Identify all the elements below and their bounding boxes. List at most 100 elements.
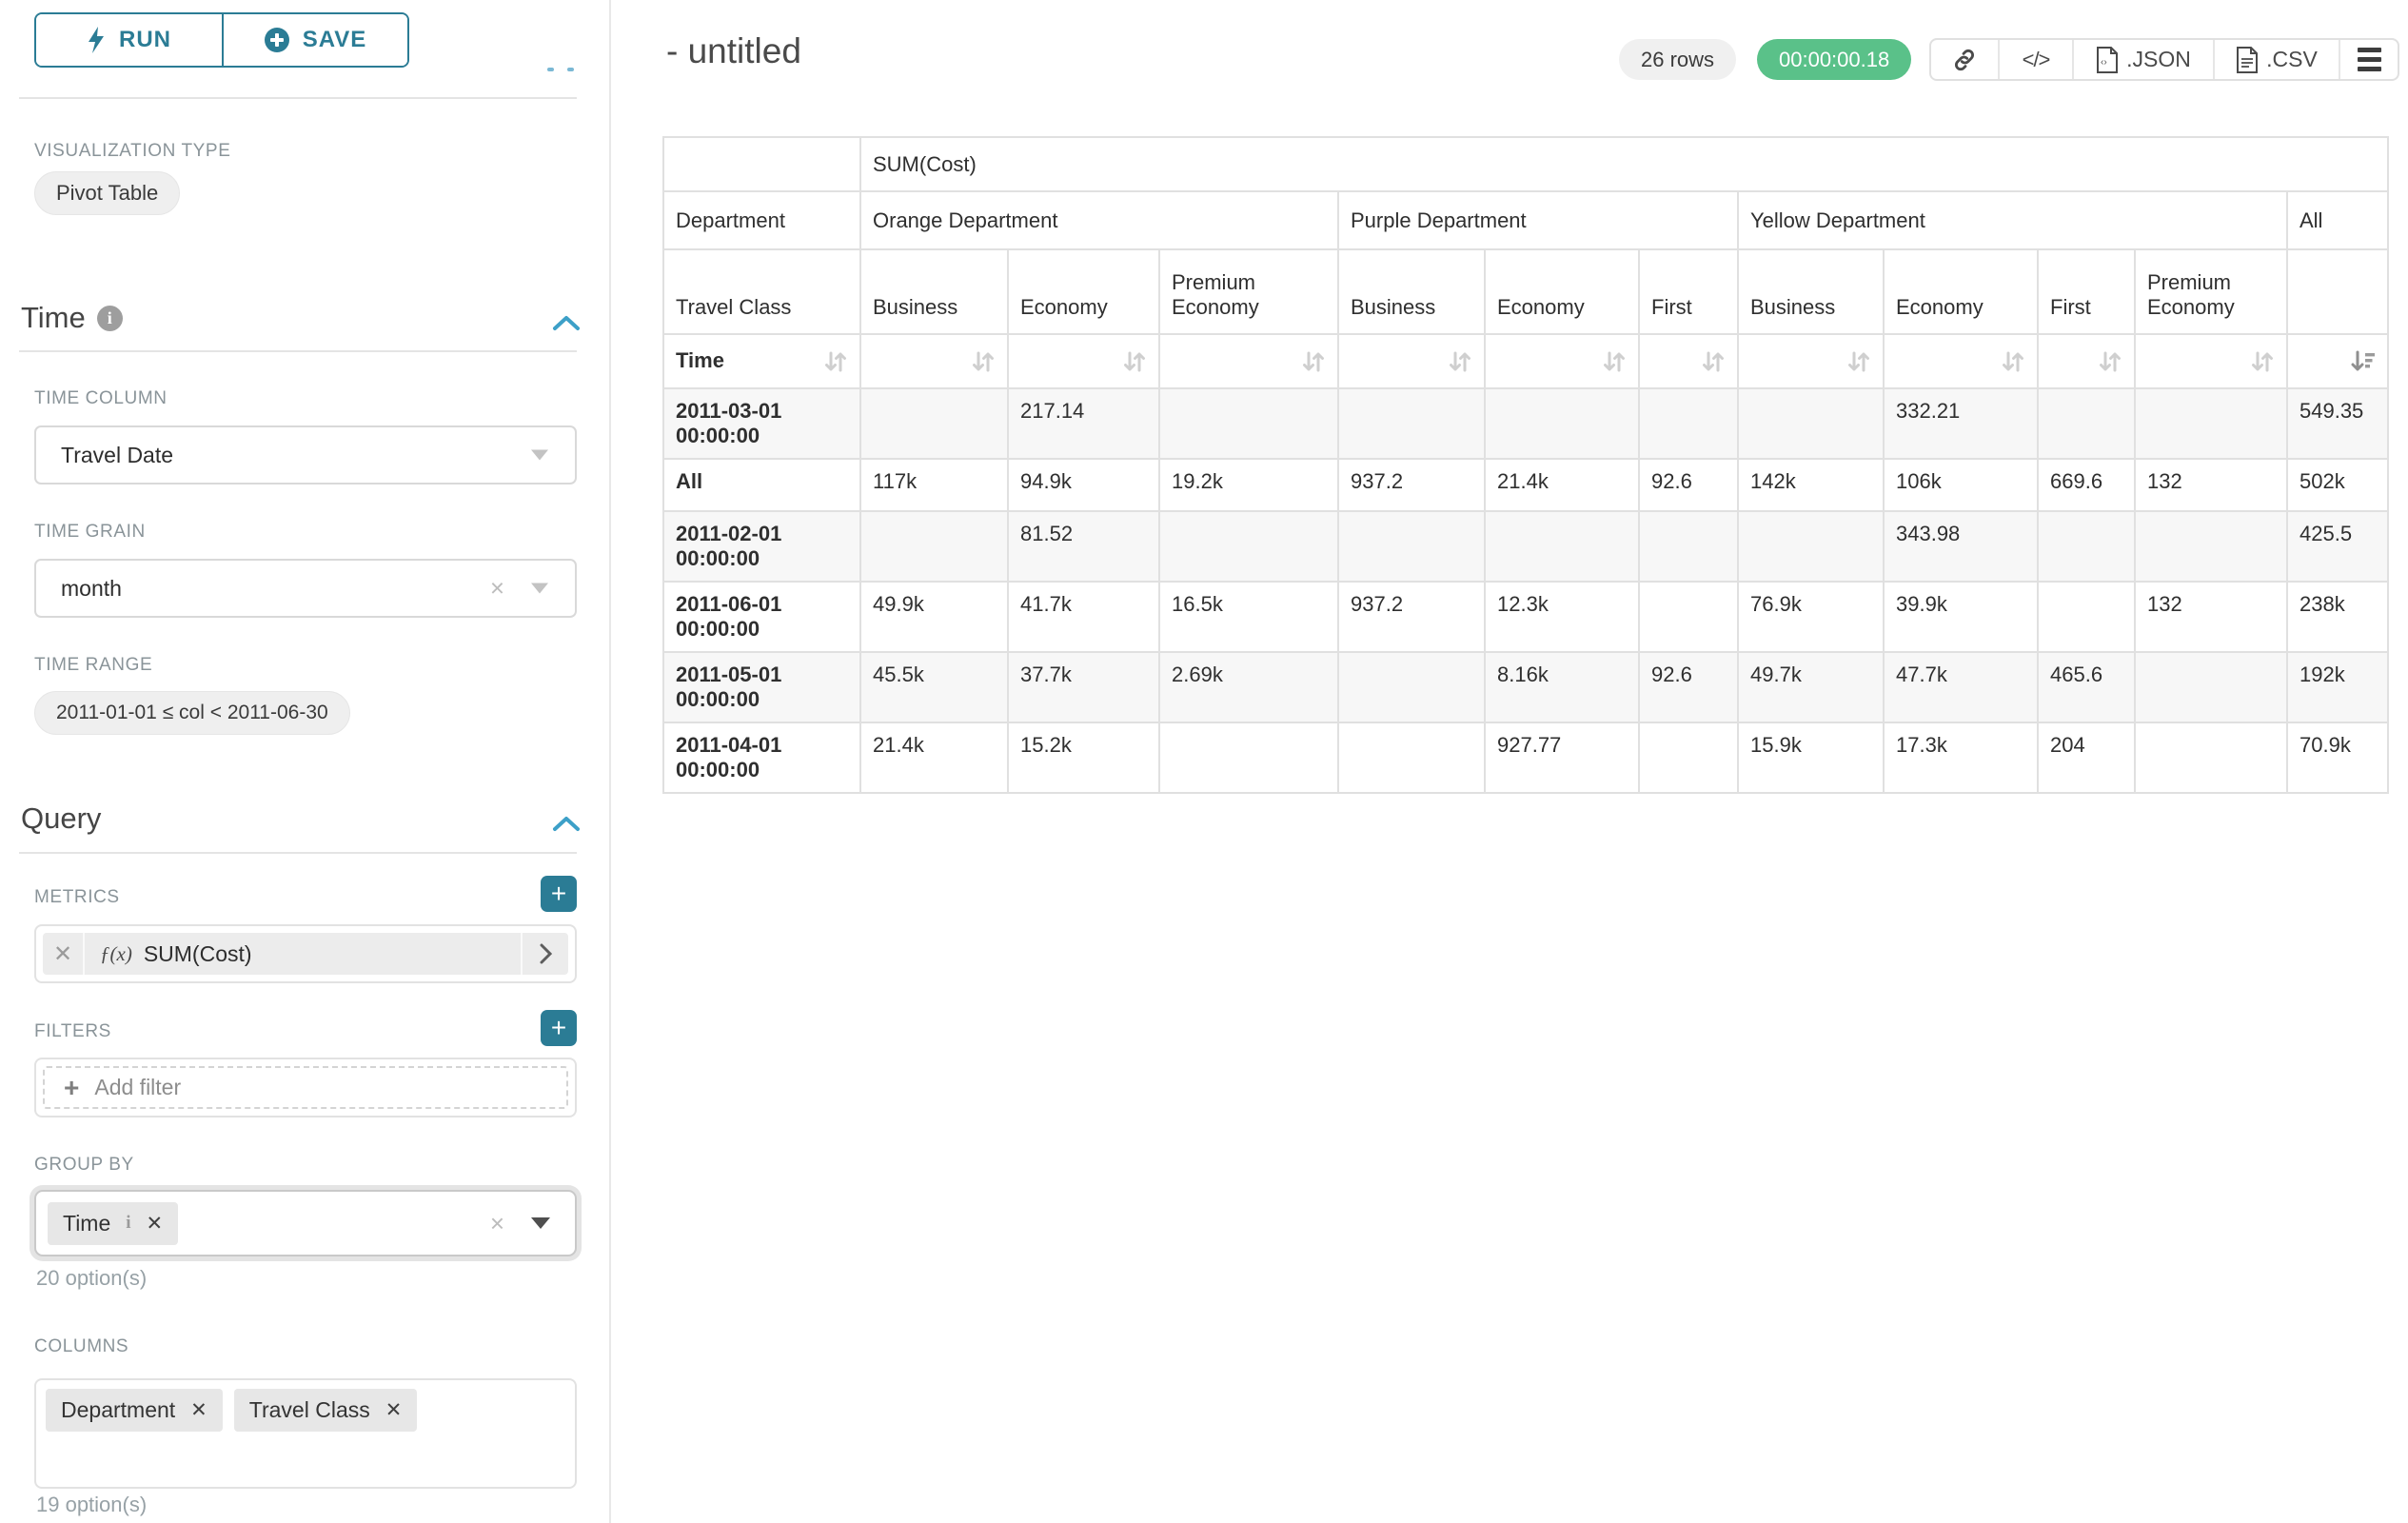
- sort-arrows-icon[interactable]: [823, 349, 848, 374]
- data-cell: 343.98: [1884, 511, 2038, 582]
- clear-icon[interactable]: ×: [490, 574, 504, 603]
- chart-title[interactable]: - untitled: [666, 31, 801, 71]
- info-icon: i: [97, 306, 123, 331]
- data-cell: 41.7k: [1008, 582, 1159, 652]
- column-sort-header[interactable]: [2135, 334, 2287, 388]
- visualization-type-chip[interactable]: Pivot Table: [34, 171, 180, 215]
- table-row: 2011-05-01 00:00:0045.5k37.7k2.69k8.16k9…: [663, 652, 2388, 722]
- time-section-header[interactable]: Time i: [21, 301, 123, 335]
- data-cell: 70.9k: [2287, 722, 2388, 793]
- add-filter-dropzone[interactable]: + Add filter: [43, 1066, 568, 1109]
- time-grain-select[interactable]: month ×: [34, 559, 577, 618]
- data-cell: [2038, 511, 2135, 582]
- data-cell: [2135, 652, 2287, 722]
- column-sort-header[interactable]: [1738, 334, 1884, 388]
- column-sort-header[interactable]: [1338, 334, 1485, 388]
- data-cell: 132: [2135, 459, 2287, 511]
- add-filter-button[interactable]: +: [541, 1010, 577, 1046]
- column-sort-header[interactable]: [1884, 334, 2038, 388]
- time-column-select[interactable]: Travel Date: [34, 425, 577, 485]
- data-cell: [1485, 511, 1639, 582]
- data-cell: 8.16k: [1485, 652, 1639, 722]
- sort-arrows-icon[interactable]: [2001, 349, 2025, 374]
- data-cell: 39.9k: [1884, 582, 2038, 652]
- row-label: 2011-02-01 00:00:00: [663, 511, 860, 582]
- chart-menu-button[interactable]: [2340, 40, 2398, 79]
- export-json-button[interactable]: ‹› .JSON: [2074, 40, 2215, 79]
- column-sort-header[interactable]: [2287, 334, 2388, 388]
- data-cell: [1738, 388, 1884, 459]
- sort-arrows-icon[interactable]: [1602, 349, 1627, 374]
- metric-header-cell: SUM(Cost): [860, 137, 2388, 191]
- column-sort-header[interactable]: [860, 334, 1008, 388]
- data-cell: [1639, 511, 1738, 582]
- data-cell: [1639, 582, 1738, 652]
- time-column-label: TIME COLUMN: [34, 388, 168, 409]
- row-label: 2011-03-01 00:00:00: [663, 388, 860, 459]
- data-cell: 217.14: [1008, 388, 1159, 459]
- data-cell: 669.6: [2038, 459, 2135, 511]
- export-csv-button[interactable]: .CSV: [2215, 40, 2340, 79]
- chevron-right-icon[interactable]: [521, 933, 568, 975]
- data-cell: [1485, 388, 1639, 459]
- time-range-chip[interactable]: 2011-01-01 ≤ col < 2011-06-30: [34, 691, 350, 735]
- columns-select[interactable]: Department ✕ Travel Class ✕ ×: [34, 1378, 577, 1489]
- sort-arrows-icon[interactable]: [971, 349, 996, 374]
- sort-descending-icon[interactable]: [2349, 349, 2376, 374]
- department-group-header: Yellow Department: [1738, 191, 2287, 249]
- metric-name: SUM(Cost): [144, 941, 252, 967]
- remove-tag-icon[interactable]: ✕: [147, 1212, 164, 1236]
- table-row: 2011-04-01 00:00:0021.4k15.2k927.7715.9k…: [663, 722, 2388, 793]
- sort-arrows-icon[interactable]: [1122, 349, 1147, 374]
- chevron-up-icon[interactable]: [552, 815, 581, 832]
- link-icon: [1952, 48, 1977, 72]
- metric-chip[interactable]: ✕ ƒ(x) SUM(Cost): [43, 933, 568, 975]
- time-grain-label: TIME GRAIN: [34, 522, 146, 543]
- column-sort-header[interactable]: [1639, 334, 1738, 388]
- caret-down-icon: [531, 1217, 550, 1229]
- data-cell: 12.3k: [1485, 582, 1639, 652]
- column-sort-header[interactable]: [1008, 334, 1159, 388]
- run-button[interactable]: RUN: [36, 14, 222, 66]
- sort-arrows-icon[interactable]: [1701, 349, 1726, 374]
- sort-arrows-icon[interactable]: [2098, 349, 2122, 374]
- sort-arrows-icon[interactable]: [2250, 349, 2275, 374]
- columns-label: COLUMNS: [34, 1336, 128, 1357]
- file-csv-icon: [2236, 47, 2259, 73]
- data-cell: [860, 511, 1008, 582]
- columns-options-hint: 19 option(s): [36, 1493, 147, 1517]
- remove-tag-icon[interactable]: ✕: [385, 1398, 403, 1422]
- sort-arrows-icon[interactable]: [1301, 349, 1326, 374]
- remove-tag-icon[interactable]: ✕: [190, 1398, 207, 1422]
- remove-metric-icon[interactable]: ✕: [43, 933, 85, 975]
- data-cell: 15.2k: [1008, 722, 1159, 793]
- svg-text:‹›: ‹›: [2101, 57, 2107, 68]
- pivot-table-container: SUM(Cost)DepartmentOrange DepartmentPurp…: [662, 136, 2389, 794]
- filters-label: FILTERS: [34, 1021, 111, 1042]
- query-section-header[interactable]: Query: [21, 801, 101, 836]
- column-sort-header[interactable]: [1159, 334, 1338, 388]
- function-icon: ƒ(x): [100, 942, 132, 966]
- sort-arrows-icon[interactable]: [1448, 349, 1472, 374]
- travel-class-header: Business: [1738, 249, 1884, 334]
- share-link-button[interactable]: [1931, 40, 2000, 79]
- travel-class-header: Economy: [1008, 249, 1159, 334]
- column-sort-header[interactable]: [1485, 334, 1639, 388]
- save-button[interactable]: SAVE: [222, 14, 407, 66]
- data-cell: 117k: [860, 459, 1008, 511]
- info-icon: i: [126, 1213, 130, 1234]
- lightning-icon: [87, 27, 106, 53]
- time-sort-header[interactable]: Time: [663, 334, 860, 388]
- department-group-header: Purple Department: [1338, 191, 1738, 249]
- data-cell: 502k: [2287, 459, 2388, 511]
- clear-icon[interactable]: ×: [490, 1209, 504, 1238]
- data-cell: 937.2: [1338, 459, 1485, 511]
- sort-arrows-icon[interactable]: [1846, 349, 1871, 374]
- pivot-table: SUM(Cost)DepartmentOrange DepartmentPurp…: [662, 136, 2389, 794]
- add-metric-button[interactable]: +: [541, 876, 577, 912]
- group-by-select[interactable]: Time i ✕ ×: [34, 1190, 577, 1256]
- chevron-up-icon[interactable]: [552, 314, 581, 331]
- table-row: All117k94.9k19.2k937.221.4k92.6142k106k6…: [663, 459, 2388, 511]
- column-sort-header[interactable]: [2038, 334, 2135, 388]
- embed-code-button[interactable]: </>: [2000, 40, 2074, 79]
